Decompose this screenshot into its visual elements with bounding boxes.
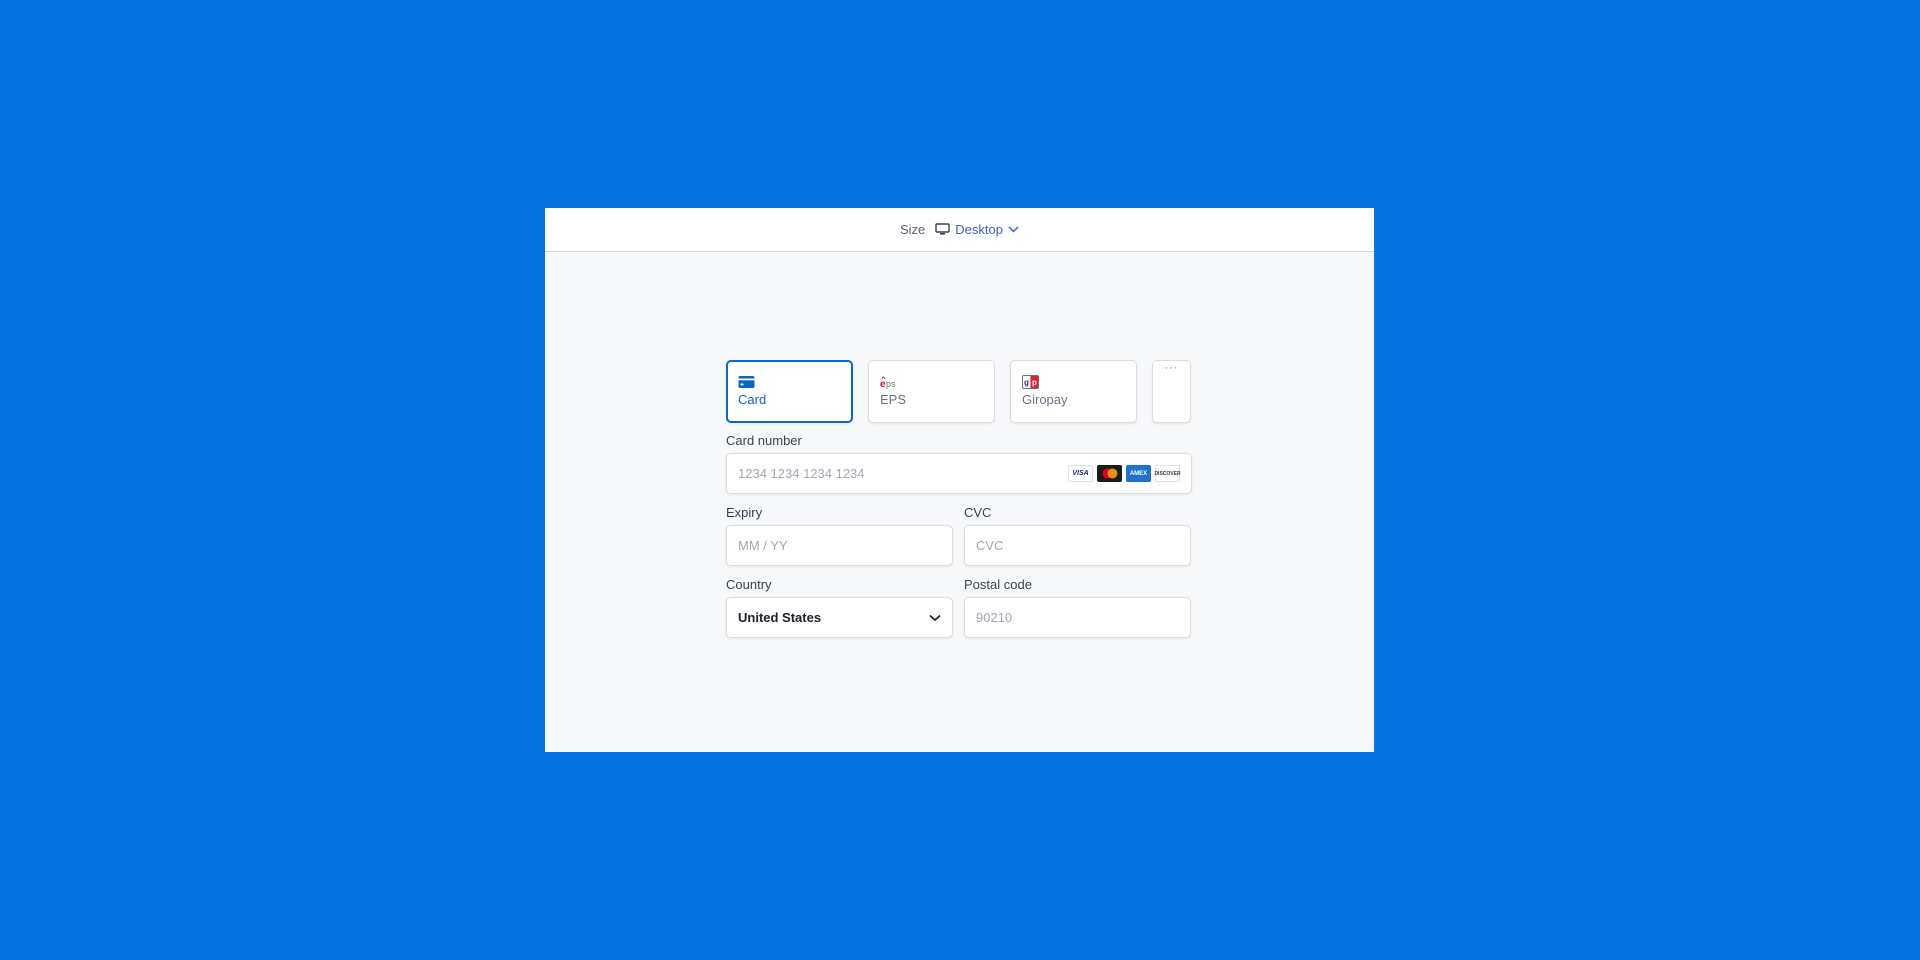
checkout-preview-window: Size Desktop Card e ps EPS g p Giropay ·… [545,208,1374,752]
postal-code-placeholder: 90210 [976,610,1013,625]
svg-text:p: p [1032,378,1037,387]
cvc-field: CVC CVC [964,505,1191,566]
country-select[interactable]: United States [726,597,953,638]
svg-text:g: g [1024,378,1029,387]
size-label: Size [900,222,926,237]
card-number-placeholder: 1234 1234 1234 1234 [738,466,865,481]
credit-card-icon [738,376,755,388]
card-number-input[interactable]: 1234 1234 1234 1234 VISA AMEX DISCOVER [726,453,1192,494]
tab-card[interactable]: Card [726,360,853,423]
tab-giropay[interactable]: g p Giropay [1010,360,1137,423]
more-dots-icon: ··· [1164,362,1179,374]
cvc-input[interactable]: CVC [964,525,1191,566]
tab-eps[interactable]: e ps EPS [868,360,995,423]
card-number-field: Card number 1234 1234 1234 1234 VISA AME… [726,433,1192,494]
tab-eps-label: EPS [880,392,907,407]
chevron-down-icon [1008,226,1019,233]
size-value: Desktop [955,222,1003,237]
payment-form: Card e ps EPS g p Giropay ··· Card numbe… [726,360,1192,638]
svg-text:ps: ps [886,379,896,389]
discover-icon: DISCOVER [1154,465,1181,482]
tab-giropay-label: Giropay [1022,392,1068,407]
visa-icon: VISA [1068,465,1093,482]
country-value: United States [738,610,822,625]
postal-code-label: Postal code [964,577,1032,592]
more-methods-button[interactable]: ··· [1152,360,1191,423]
eps-logo-icon: e ps [880,376,896,389]
card-brands: VISA AMEX DISCOVER [1068,465,1181,482]
expiry-field: Expiry MM / YY [726,505,953,566]
chevron-down-icon [929,614,941,621]
postal-code-field: Postal code 90210 [964,577,1191,638]
postal-code-input[interactable]: 90210 [964,597,1191,638]
amex-icon: AMEX [1126,465,1151,482]
expiry-input[interactable]: MM / YY [726,525,953,566]
size-dropdown[interactable]: Desktop [935,222,1019,237]
preview-toolbar: Size Desktop [545,208,1374,252]
payment-method-tabs: Card e ps EPS g p Giropay ··· [726,360,1192,423]
giropay-logo-icon: g p [1022,375,1039,389]
cvc-label: CVC [964,505,992,520]
country-field: Country United States [726,577,953,638]
monitor-icon [935,223,950,235]
country-label: Country [726,577,772,592]
card-number-label: Card number [726,433,802,448]
tab-card-label: Card [738,392,767,407]
expiry-label: Expiry [726,505,763,520]
cvc-placeholder: CVC [976,538,1004,553]
mastercard-icon [1097,465,1122,482]
expiry-placeholder: MM / YY [738,538,788,553]
